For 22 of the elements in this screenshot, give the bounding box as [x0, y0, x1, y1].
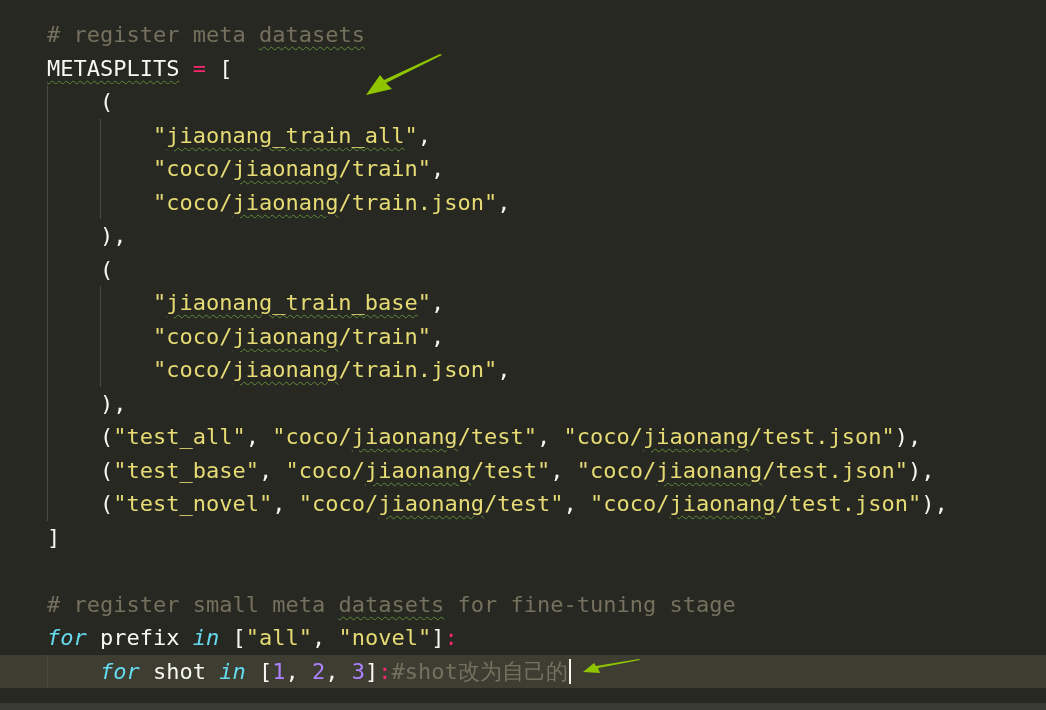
- code-line: # register small meta datasets for fine-tuning stage: [47, 590, 736, 619]
- code-line: "coco/jiaonang/train",: [152, 322, 445, 351]
- code-line: (: [99, 88, 114, 116]
- code-line: ),: [99, 222, 127, 250]
- code-line: (: [99, 255, 114, 284]
- code-line: "coco/jiaonang/train.json",: [152, 188, 511, 217]
- code-line: ("test_base", "coco/jiaonang/test", "coco/jiaonang/test.json"),: [99, 456, 935, 485]
- code-line: "coco/jiaonang/train",: [152, 155, 445, 183]
- code-line: ("test_all", "coco/jiaonang/test", "coco/jiaonang/test.json"),: [99, 423, 922, 451]
- code-line: "jiaonang_train_all",: [152, 121, 432, 150]
- code-line: METASPLITS = [: [47, 54, 233, 83]
- code-line: ("test_novel", "coco/jiaonang/test", "coco/jiaonang/test.json"),: [99, 490, 948, 518]
- code-line: "jiaonang_train_base",: [152, 289, 445, 317]
- code-editor[interactable]: [0, 0, 1046, 710]
- arrow-icon: [582, 658, 642, 676]
- text-cursor: [568, 658, 571, 684]
- code-line: "coco/jiaonang/train.json",: [152, 356, 511, 384]
- code-line: ]: [47, 523, 61, 552]
- code-line: for prefix in ["all", "novel"]:: [47, 624, 458, 652]
- arrow-icon: [364, 53, 444, 97]
- code-line: # register meta datasets: [47, 21, 365, 49]
- code-line: ),: [99, 389, 127, 418]
